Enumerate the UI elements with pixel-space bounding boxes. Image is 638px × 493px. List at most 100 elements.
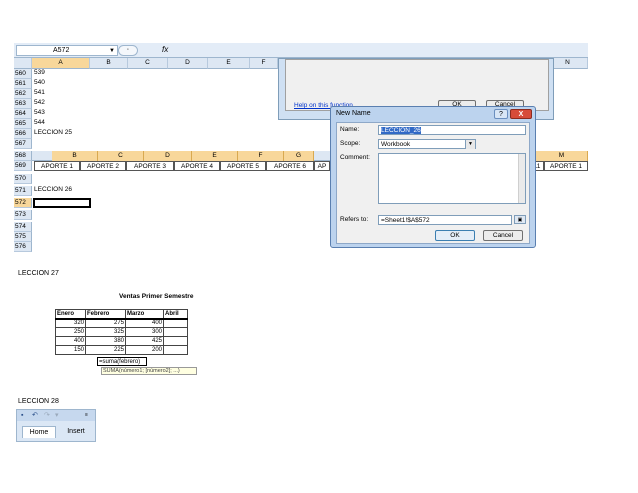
inner-column-m[interactable]: M: [536, 151, 588, 161]
comment-textarea[interactable]: [378, 153, 526, 204]
table-row: 150 225 200: [55, 345, 188, 355]
table-cell[interactable]: 200: [125, 345, 164, 355]
refers-to-value: =Sheet1!$A$572: [381, 217, 430, 224]
column-header-f[interactable]: F: [250, 58, 278, 69]
row-header[interactable]: 570: [14, 174, 32, 184]
column-header-d[interactable]: D: [168, 58, 208, 69]
aporte-cell[interactable]: AP: [314, 161, 330, 171]
dropdown-icon[interactable]: ▾: [55, 411, 59, 420]
header-marzo[interactable]: Marzo: [125, 309, 164, 320]
aporte-cell[interactable]: APORTE 6: [266, 161, 314, 171]
row-header-selected[interactable]: 572: [14, 198, 32, 208]
header-enero[interactable]: Enero: [55, 309, 86, 320]
comment-label: Comment:: [340, 154, 370, 161]
scope-label: Scope:: [340, 140, 361, 147]
inner-column-e[interactable]: E: [192, 151, 238, 161]
row-header[interactable]: 561: [14, 79, 32, 89]
active-cell-a572[interactable]: [33, 198, 91, 208]
formula-circle-icon[interactable]: ◦: [118, 45, 138, 56]
cell-value: 539: [34, 69, 45, 76]
table-cell[interactable]: 400: [55, 336, 86, 346]
row-header[interactable]: 567: [14, 139, 32, 149]
fx-icon[interactable]: fx: [162, 45, 168, 54]
row-header[interactable]: 576: [14, 242, 32, 252]
row-header[interactable]: 574: [14, 222, 32, 232]
refers-to-field[interactable]: =Sheet1!$A$572: [378, 215, 512, 225]
header-abril[interactable]: Abril: [163, 309, 188, 320]
redo-icon[interactable]: ↷: [44, 411, 50, 420]
column-header-n[interactable]: N: [548, 58, 588, 69]
tab-home[interactable]: Home: [22, 426, 56, 438]
table-cell[interactable]: 320: [55, 318, 86, 328]
aporte-cell[interactable]: APORTE 5: [220, 161, 266, 171]
name-field-value: LECCION_26: [381, 127, 421, 134]
row-header[interactable]: 568: [14, 151, 32, 161]
inner-column-g[interactable]: G: [284, 151, 314, 161]
name-box[interactable]: A572 ▼: [16, 45, 118, 56]
row-header[interactable]: 571: [14, 186, 32, 196]
table-cell[interactable]: 325: [85, 327, 126, 337]
select-all-corner[interactable]: [14, 58, 32, 69]
scope-value: Workbook: [381, 141, 411, 148]
aporte-cell[interactable]: APORTE 3: [126, 161, 174, 171]
cell-value: 540: [34, 79, 45, 86]
ventas-table: Enero Febrero Marzo Abril 320 275 400 25…: [55, 309, 188, 355]
inner-column-f[interactable]: F: [238, 151, 284, 161]
undo-icon[interactable]: ↶: [32, 411, 38, 420]
tab-insert[interactable]: Insert: [59, 426, 93, 438]
refers-to-label: Refers to:: [340, 216, 369, 223]
column-header-c[interactable]: C: [128, 58, 168, 69]
row-header[interactable]: 573: [14, 210, 32, 220]
table-cell[interactable]: 275: [85, 318, 126, 328]
table-cell[interactable]: [163, 318, 188, 328]
close-icon[interactable]: X: [510, 109, 532, 119]
column-header-b[interactable]: B: [90, 58, 128, 69]
table-cell[interactable]: 380: [85, 336, 126, 346]
row-header[interactable]: 560: [14, 69, 32, 79]
excel-screenshot-lesson-25-26: A572 ▼ ◦ fx A B C D E F G H I J K L M N …: [14, 43, 588, 254]
row-header[interactable]: 569: [14, 161, 32, 171]
row-header[interactable]: 565: [14, 119, 32, 129]
scope-select[interactable]: Workbook ▼: [378, 139, 476, 149]
cancel-button[interactable]: Cancel: [483, 230, 523, 241]
chevron-down-icon[interactable]: ▼: [465, 140, 475, 149]
toolbar-overflow-icon[interactable]: ≡: [85, 411, 88, 420]
table-cell[interactable]: 250: [55, 327, 86, 337]
inner-column-b[interactable]: B: [52, 151, 98, 161]
table-cell[interactable]: [163, 345, 188, 355]
sheet-title: Ventas Primer Semestre: [119, 293, 194, 300]
name-field[interactable]: LECCION_26: [378, 125, 526, 135]
aporte-cell[interactable]: APORTE 4: [174, 161, 220, 171]
inner-column-d[interactable]: D: [144, 151, 192, 161]
chevron-down-icon[interactable]: ▼: [109, 46, 115, 56]
aporte-cell[interactable]: APORTE 1: [544, 161, 588, 171]
table-cell[interactable]: 425: [125, 336, 164, 346]
row-header[interactable]: 562: [14, 89, 32, 99]
aporte-cell[interactable]: APORTE 2: [80, 161, 126, 171]
name-box-value: A572: [53, 47, 70, 54]
formula-cell[interactable]: =suma(febrero): [97, 357, 147, 366]
table-cell[interactable]: 400: [125, 318, 164, 328]
table-cell[interactable]: 225: [85, 345, 126, 355]
aporte-cell[interactable]: APORTE 1: [34, 161, 80, 171]
row-header[interactable]: 575: [14, 232, 32, 242]
quick-access-toolbar: ▪ ↶ ↷ ▾ ≡: [17, 410, 95, 421]
header-febrero[interactable]: Febrero: [85, 309, 126, 320]
ok-button[interactable]: OK: [435, 230, 475, 241]
column-header-e[interactable]: E: [208, 58, 250, 69]
table-cell[interactable]: 150: [55, 345, 86, 355]
table-cell[interactable]: 300: [125, 327, 164, 337]
column-header-a[interactable]: A: [32, 58, 90, 69]
table-cell[interactable]: [163, 336, 188, 346]
collapse-dialog-icon[interactable]: ▣: [514, 215, 526, 224]
table-row: 400 380 425: [55, 336, 188, 346]
row-header[interactable]: 563: [14, 99, 32, 109]
cell-value: 544: [34, 119, 45, 126]
help-icon[interactable]: ?: [494, 109, 508, 119]
row-header[interactable]: 564: [14, 109, 32, 119]
inner-column-c[interactable]: C: [98, 151, 144, 161]
save-icon[interactable]: ▪: [21, 411, 23, 420]
table-cell[interactable]: [163, 327, 188, 337]
row-header[interactable]: 566: [14, 129, 32, 139]
comment-scrollbar[interactable]: [518, 154, 525, 203]
